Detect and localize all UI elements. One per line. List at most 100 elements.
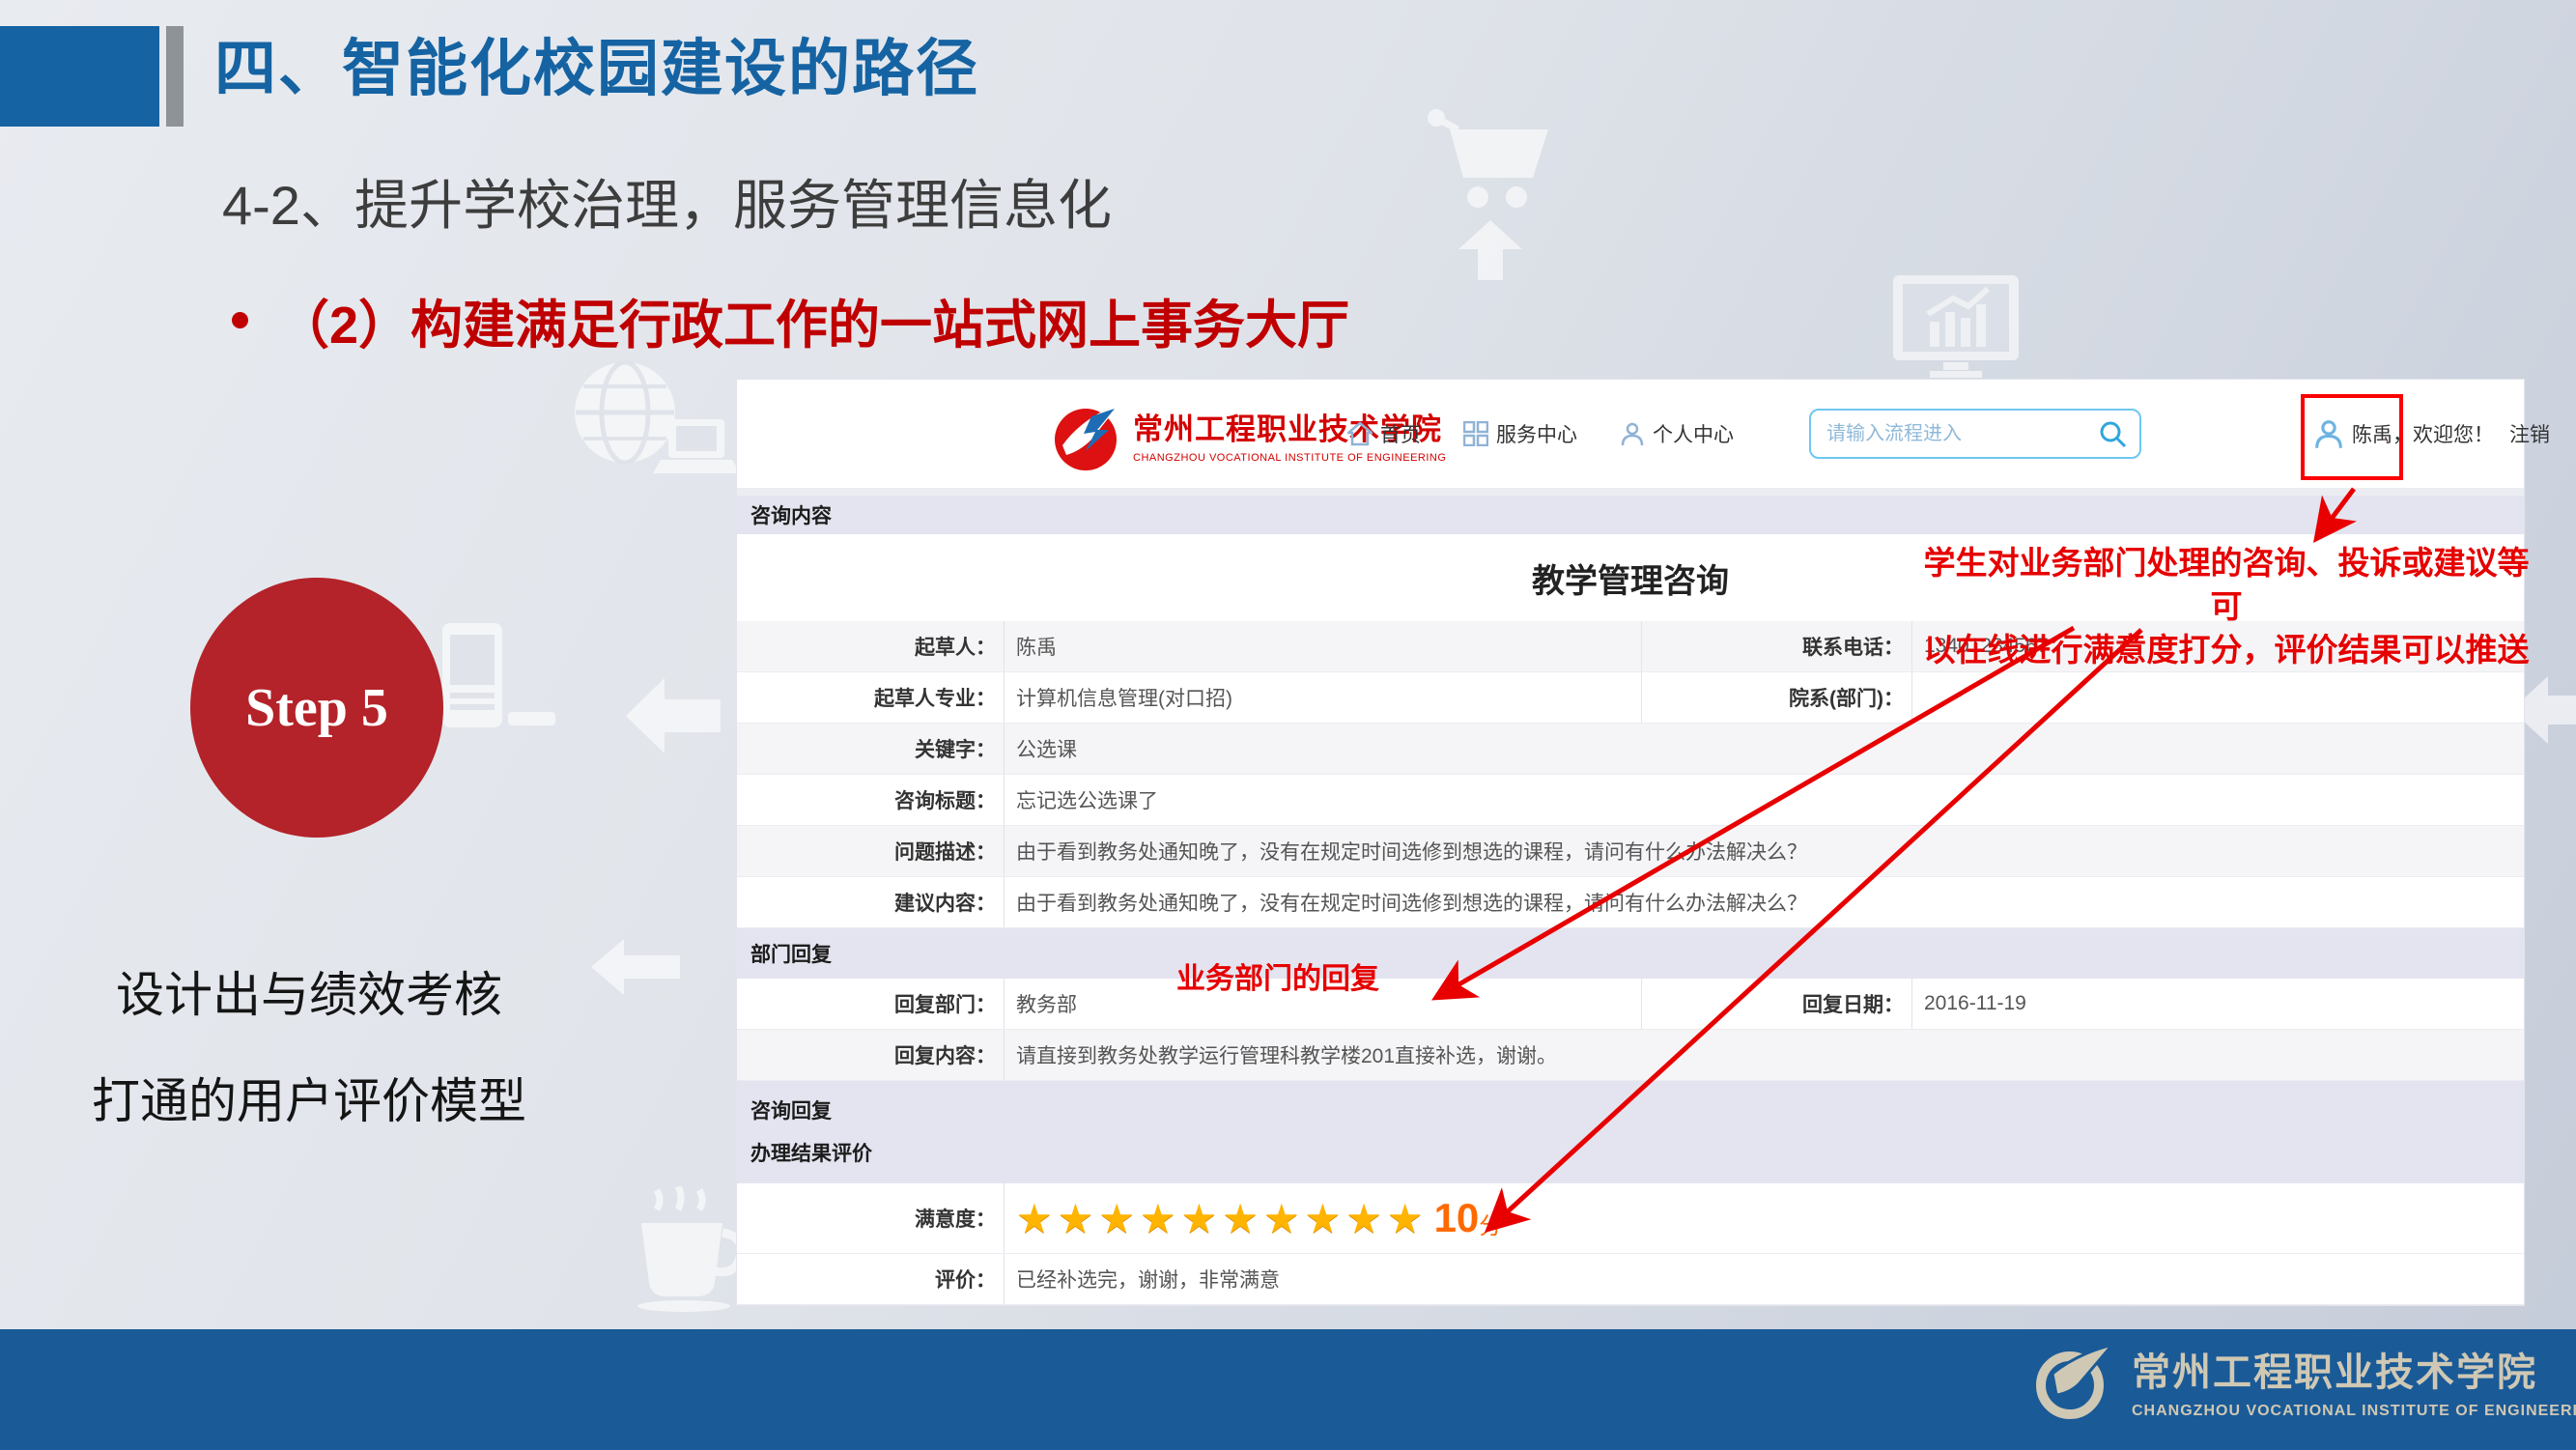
slide-title: 四、智能化校园建设的路径 bbox=[214, 19, 979, 108]
annotation-note-line: 学生对业务部门处理的咨询、投诉或建议等可 bbox=[1917, 541, 2535, 628]
form-row: 回复内容：请直接到教务处教学运行管理科教学楼201直接补选，谢谢。 bbox=[737, 1030, 2524, 1081]
score-number: 10 bbox=[1434, 1195, 1480, 1241]
bullet-dot-icon bbox=[232, 312, 248, 328]
accent-bar bbox=[166, 26, 184, 127]
annotation-note-line: 以在线进行满意度打分，评价结果可以推送 bbox=[1917, 628, 2535, 671]
phone-icon bbox=[425, 623, 555, 734]
field-label: 问题描述： bbox=[737, 826, 1005, 876]
nav-label: 个人中心 bbox=[1653, 419, 1734, 448]
up-arrow-icon bbox=[1458, 220, 1522, 280]
section-result-eval: 办理结果评价 bbox=[750, 1138, 2524, 1167]
footer-school-name-en: CHANGZHOU VOCATIONAL INSTITUTE OF ENGINE… bbox=[2132, 1403, 2576, 1420]
step-badge: Step 5 bbox=[190, 578, 443, 838]
webapp-screenshot: 常州工程职业技术学院 CHANGZHOU VOCATIONAL INSTITUT… bbox=[737, 380, 2524, 1305]
search-icon[interactable] bbox=[2099, 420, 2126, 447]
main-nav: 首页 服务中心 个人中心 bbox=[1347, 380, 1734, 488]
star-icon[interactable]: ★ bbox=[1098, 1196, 1140, 1241]
caption-line: 打通的用户评价模型 bbox=[53, 1048, 565, 1154]
field-label: 关键字： bbox=[737, 724, 1005, 774]
field-label: 回复日期： bbox=[1642, 979, 1912, 1029]
star-icon[interactable]: ★ bbox=[1058, 1196, 1099, 1241]
nav-item-service-center[interactable]: 服务中心 bbox=[1463, 419, 1577, 448]
left-arrow-icon bbox=[626, 678, 721, 753]
field-value: 计算机信息管理(对口招) bbox=[1005, 672, 1642, 723]
star-icon[interactable]: ★ bbox=[1305, 1196, 1346, 1241]
school-logo-icon bbox=[1053, 401, 1124, 472]
form-row: 问题描述：由于看到教务处通知晚了，没有在规定时间选修到想选的课程，请问有什么办法… bbox=[737, 826, 2524, 877]
star-rating[interactable]: ★★★★★★★★★★ bbox=[1016, 1195, 1429, 1242]
field-label: 建议内容： bbox=[737, 877, 1005, 927]
user-avatar-icon bbox=[2313, 418, 2344, 449]
form-row: 起草人专业：计算机信息管理(对口招)院系(部门)： bbox=[737, 672, 2524, 724]
step-badge-label: Step 5 bbox=[245, 677, 388, 739]
field-label: 联系电话： bbox=[1642, 621, 1912, 671]
field-value: 公选课 bbox=[1005, 724, 2524, 774]
logout-link[interactable]: 注销 bbox=[2509, 419, 2550, 448]
section-consult-reply: 咨询回复 bbox=[750, 1095, 2524, 1124]
form-row: 建议内容：由于看到教务处通知晚了，没有在规定时间选修到想选的课程，请问有什么办法… bbox=[737, 877, 2524, 928]
section-department-reply: 部门回复 bbox=[737, 928, 2524, 979]
school-logo-icon bbox=[2033, 1341, 2116, 1424]
divider bbox=[737, 488, 2524, 496]
star-icon[interactable]: ★ bbox=[1263, 1196, 1305, 1241]
user-name[interactable]: 陈禹 bbox=[2352, 419, 2392, 448]
form-row: 回复部门：教务部回复日期：2016-11-19 bbox=[737, 979, 2524, 1030]
field-value: 2016-11-19 bbox=[1912, 979, 2524, 1029]
field-value: 已经补选完，谢谢，非常满意 bbox=[1005, 1254, 2524, 1304]
slide-bullet: （2）构建满足行政工作的一站式网上事务大厅 bbox=[232, 282, 1349, 358]
site-header: 常州工程职业技术学院 CHANGZHOU VOCATIONAL INSTITUT… bbox=[737, 380, 2524, 488]
field-value: 陈禹 bbox=[1005, 621, 1642, 671]
coffee-cup-icon bbox=[628, 1186, 749, 1312]
star-icon[interactable]: ★ bbox=[1222, 1196, 1263, 1241]
form-row: 咨询标题：忘记选公选课了 bbox=[737, 775, 2524, 826]
reply-rows: 回复部门：教务部回复日期：2016-11-19回复内容：请直接到教务处教学运行管… bbox=[737, 979, 2524, 1081]
footer-logo: 常州工程职业技术学院 CHANGZHOU VOCATIONAL INSTITUT… bbox=[2033, 1341, 2576, 1424]
nav-label: 首页 bbox=[1380, 419, 1421, 448]
field-label: 起草人专业： bbox=[737, 672, 1005, 723]
score-unit: 分 bbox=[1479, 1207, 1502, 1240]
left-caption: 设计出与绩效考核 打通的用户评价模型 bbox=[53, 942, 565, 1154]
home-icon bbox=[1347, 421, 1373, 446]
star-icon[interactable]: ★ bbox=[1387, 1196, 1429, 1241]
annotation-note: 学生对业务部门处理的咨询、投诉或建议等可 以在线进行满意度打分，评价结果可以推送 bbox=[1917, 541, 2535, 671]
welcome-text: ，欢迎您！ bbox=[2392, 419, 2494, 448]
field-label: 院系(部门)： bbox=[1642, 672, 1912, 723]
chart-monitor-icon bbox=[1893, 275, 2019, 380]
field-value: 忘记选公选课了 bbox=[1005, 775, 2524, 825]
caption-line: 设计出与绩效考核 bbox=[53, 942, 565, 1048]
star-icon[interactable]: ★ bbox=[1140, 1196, 1181, 1241]
presentation-slide: 四、智能化校园建设的路径 4-2、提升学校治理，服务管理信息化 （2）构建满足行… bbox=[0, 0, 2576, 1450]
nav-item-home[interactable]: 首页 bbox=[1347, 419, 1421, 448]
field-label: 评价： bbox=[737, 1254, 1005, 1304]
form-row: 关键字：公选课 bbox=[737, 724, 2524, 775]
form-title: 教学管理咨询 bbox=[1532, 554, 1729, 602]
field-label: 回复部门： bbox=[737, 979, 1005, 1029]
slide-subtitle: 4-2、提升学校治理，服务管理信息化 bbox=[222, 162, 1112, 241]
field-label: 满意度： bbox=[737, 1183, 1005, 1253]
accent-square bbox=[0, 26, 159, 127]
star-icon[interactable]: ★ bbox=[1016, 1196, 1058, 1241]
search-box bbox=[1809, 409, 2141, 459]
nav-label: 服务中心 bbox=[1496, 419, 1577, 448]
evaluation-row: 评价： 已经补选完，谢谢，非常满意 bbox=[737, 1254, 2524, 1305]
shopping-cart-icon bbox=[1425, 108, 1560, 210]
field-label: 起草人： bbox=[737, 621, 1005, 671]
field-value bbox=[1912, 672, 2524, 723]
star-icon[interactable]: ★ bbox=[1345, 1196, 1387, 1241]
satisfaction-row: 满意度： ★★★★★★★★★★ 10 分 bbox=[737, 1183, 2524, 1254]
field-label: 咨询标题： bbox=[737, 775, 1005, 825]
left-arrow-icon bbox=[591, 939, 680, 995]
field-value: 由于看到教务处通知晚了，没有在规定时间选修到想选的课程，请问有什么办法解决么？ bbox=[1005, 826, 2524, 876]
star-icon[interactable]: ★ bbox=[1181, 1196, 1223, 1241]
nav-item-personal-center[interactable]: 个人中心 bbox=[1620, 419, 1734, 448]
annotation-reply-note: 业务部门的回复 bbox=[1176, 954, 1379, 997]
search-input[interactable] bbox=[1811, 423, 2099, 445]
section-consult-content: 咨询内容 bbox=[737, 496, 2524, 534]
satisfaction-value: ★★★★★★★★★★ 10 分 bbox=[1005, 1183, 2524, 1253]
section-consult-reply-eval: 咨询回复 办理结果评价 bbox=[737, 1081, 2524, 1183]
user-area: 陈禹 ，欢迎您！ 注销 bbox=[2313, 380, 2550, 488]
field-value: 请直接到教务处教学运行管理科教学楼201直接补选，谢谢。 bbox=[1005, 1030, 2524, 1080]
globe-laptop-icon bbox=[572, 359, 741, 480]
field-value: 由于看到教务处通知晚了，没有在规定时间选修到想选的课程，请问有什么办法解决么？ bbox=[1005, 877, 2524, 927]
grid-icon bbox=[1463, 421, 1488, 446]
